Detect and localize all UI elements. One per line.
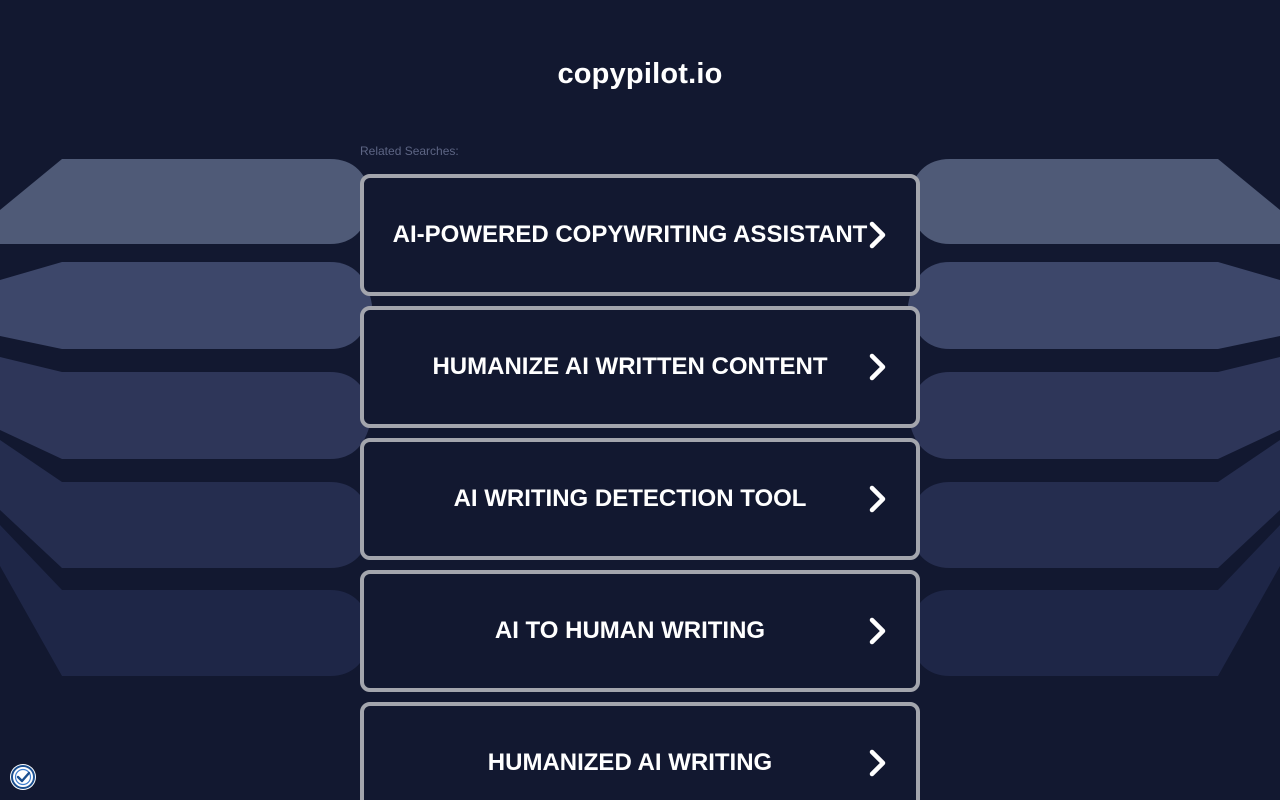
- privacy-badge-icon[interactable]: [10, 764, 36, 790]
- related-searches-list: AI-POWERED COPYWRITING ASSISTANT HUMANIZ…: [360, 174, 920, 800]
- related-search-label: HUMANIZED AI WRITING: [487, 749, 773, 776]
- bg-band-left-3: [0, 357, 372, 459]
- related-search-label: AI TO HUMAN WRITING: [494, 617, 766, 644]
- related-search-link-2[interactable]: HUMANIZE AI WRITTEN CONTENT: [360, 306, 920, 428]
- related-search-link-1[interactable]: AI-POWERED COPYWRITING ASSISTANT: [360, 174, 920, 296]
- related-search-label: HUMANIZE AI WRITTEN CONTENT: [432, 353, 828, 380]
- related-search-label: AI-POWERED COPYWRITING ASSISTANT: [392, 221, 868, 248]
- chevron-right-icon: [869, 353, 886, 381]
- bg-band-right-4: [908, 440, 1280, 568]
- related-search-label: AI WRITING DETECTION TOOL: [453, 485, 807, 512]
- bg-band-right-2: [908, 262, 1280, 349]
- related-search-link-4[interactable]: AI TO HUMAN WRITING: [360, 570, 920, 692]
- bg-band-right-3: [908, 357, 1280, 459]
- chevron-right-icon: [869, 749, 886, 777]
- bg-band-left-4: [0, 440, 372, 568]
- chevron-right-icon: [869, 221, 886, 249]
- bg-band-right-1: [908, 159, 1280, 244]
- parked-domain-page: copypilot.io Related Searches: AI-POWERE…: [0, 0, 1280, 800]
- chevron-right-icon: [869, 617, 886, 645]
- chevron-right-icon: [869, 485, 886, 513]
- related-searches-label: Related Searches:: [360, 144, 459, 158]
- bg-band-left-1: [0, 159, 372, 244]
- domain-title: copypilot.io: [557, 58, 723, 90]
- shield-check-icon: [11, 765, 35, 789]
- bg-band-left-2: [0, 262, 372, 349]
- related-search-link-3[interactable]: AI WRITING DETECTION TOOL: [360, 438, 920, 560]
- related-search-link-5[interactable]: HUMANIZED AI WRITING: [360, 702, 920, 800]
